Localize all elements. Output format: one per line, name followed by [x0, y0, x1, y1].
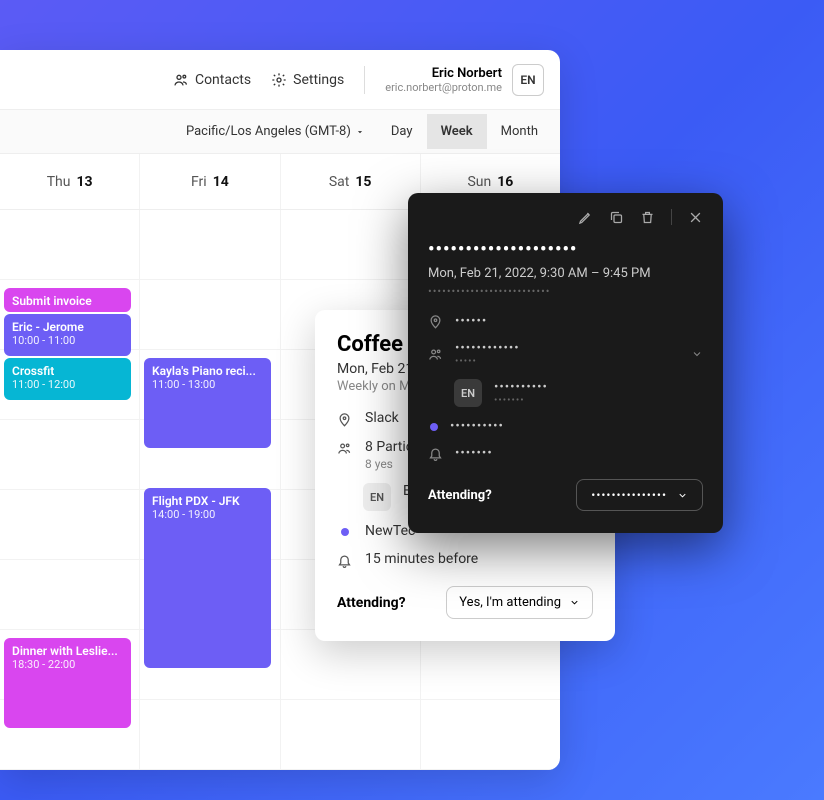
event-participants-redacted: •••••••••••• [455, 341, 520, 356]
event-location: Slack [365, 410, 399, 426]
event-title: Eric - Jerome [12, 320, 123, 334]
chevron-down-icon [569, 597, 580, 608]
calendar-event[interactable]: Submit invoice [4, 288, 131, 312]
row-organizer: EN •••••••••• ••••••• [454, 379, 703, 407]
attending-label: Attending? [428, 488, 492, 503]
location-icon [337, 412, 353, 427]
event-calendar-redacted: •••••••••• [450, 419, 504, 434]
day-header[interactable]: Fri14 [140, 154, 280, 209]
event-reminder: 15 minutes before [365, 551, 478, 567]
user-name: Eric Norbert [385, 66, 502, 81]
settings-button[interactable]: Settings [271, 72, 344, 88]
day-header[interactable]: Sat15 [281, 154, 421, 209]
event-title: Flight PDX - JFK [152, 494, 263, 508]
organizer-avatar: EN [454, 379, 482, 407]
view-week[interactable]: Week [427, 114, 487, 149]
chevron-down-icon [355, 127, 365, 137]
event-time: 11:00 - 13:00 [152, 378, 263, 391]
bell-icon [428, 446, 443, 461]
row-reminder: ••••••• [428, 446, 703, 461]
event-time: 14:00 - 19:00 [152, 508, 263, 521]
event-title: Dinner with Leslie... [12, 644, 123, 658]
calendar-event[interactable]: Eric - Jerome10:00 - 11:00 [4, 314, 131, 356]
attending-value: Yes, I'm attending [459, 595, 561, 610]
event-date: Mon, Feb 21, 2022, 9:30 AM – 9:45 PM [428, 266, 703, 281]
chevron-down-icon[interactable] [691, 348, 703, 360]
close-icon[interactable] [688, 210, 703, 225]
chevron-down-icon [677, 490, 688, 501]
calendar-color-dot [430, 423, 438, 431]
event-recurrence-redacted: •••••••••••••••••••••••••• [428, 285, 703, 298]
event-title: Submit invoice [12, 294, 123, 308]
bell-icon [337, 553, 353, 568]
organizer-avatar: EN [363, 483, 391, 511]
attending-value-redacted: ••••••••••••••• [591, 488, 667, 502]
event-time: 10:00 - 11:00 [12, 334, 123, 347]
day-header[interactable]: Thu13 [0, 154, 140, 209]
event-reminder-redacted: ••••••• [455, 446, 493, 461]
contacts-icon [173, 72, 189, 88]
row-location: •••••• [428, 314, 703, 329]
calendar-color-dot [341, 528, 349, 536]
participants-icon [337, 441, 353, 456]
attending-select[interactable]: ••••••••••••••• [576, 479, 703, 511]
event-time: 11:00 - 12:00 [12, 378, 123, 391]
divider [364, 66, 365, 94]
avatar: EN [512, 64, 544, 96]
contacts-label: Contacts [195, 72, 251, 88]
location-icon [428, 314, 443, 329]
timezone-label: Pacific/Los Angeles (GMT-8) [186, 124, 351, 139]
trash-icon[interactable] [640, 210, 655, 225]
event-title: Crossfit [12, 364, 123, 378]
attending-label: Attending? [337, 595, 406, 611]
topbar: Contacts Settings Eric Norbert eric.norb… [0, 50, 560, 110]
contacts-button[interactable]: Contacts [173, 72, 251, 88]
event-participants-sub-redacted: ••••• [455, 356, 520, 367]
calendar-event[interactable]: Kayla's Piano reci...11:00 - 13:00 [144, 358, 271, 448]
user-menu[interactable]: Eric Norbert eric.norbert@proton.me EN [385, 64, 544, 96]
viewbar: Pacific/Los Angeles (GMT-8) Day Week Mon… [0, 110, 560, 154]
event-title: Kayla's Piano reci... [152, 364, 263, 378]
calendar-event[interactable]: Crossfit11:00 - 12:00 [4, 358, 131, 400]
row-calendar: •••••••••• [428, 419, 703, 434]
participants-icon [428, 347, 443, 362]
event-location-redacted: •••••• [455, 314, 487, 329]
timezone-select[interactable]: Pacific/Los Angeles (GMT-8) [186, 124, 365, 139]
divider [671, 209, 672, 225]
view-day[interactable]: Day [377, 114, 427, 149]
gear-icon [271, 72, 287, 88]
calendar-event[interactable]: Dinner with Leslie...18:30 - 22:00 [4, 638, 131, 728]
event-organizer-redacted: •••••••••• [494, 380, 548, 395]
event-organizer-sub-redacted: ••••••• [494, 395, 548, 406]
settings-label: Settings [293, 72, 344, 88]
row-reminder: 15 minutes before [337, 551, 593, 568]
copy-icon[interactable] [609, 210, 624, 225]
edit-icon[interactable] [578, 210, 593, 225]
calendar-event[interactable]: Flight PDX - JFK14:00 - 19:00 [144, 488, 271, 668]
attending-select[interactable]: Yes, I'm attending [446, 586, 593, 619]
event-time: 18:30 - 22:00 [12, 658, 123, 671]
event-title-redacted: •••••••••••••••••••• [428, 239, 703, 260]
view-month[interactable]: Month [487, 114, 552, 149]
event-details-popup-dark: •••••••••••••••••••• Mon, Feb 21, 2022, … [408, 193, 723, 533]
user-email: eric.norbert@proton.me [385, 81, 502, 94]
row-participants: •••••••••••• ••••• [428, 341, 703, 367]
